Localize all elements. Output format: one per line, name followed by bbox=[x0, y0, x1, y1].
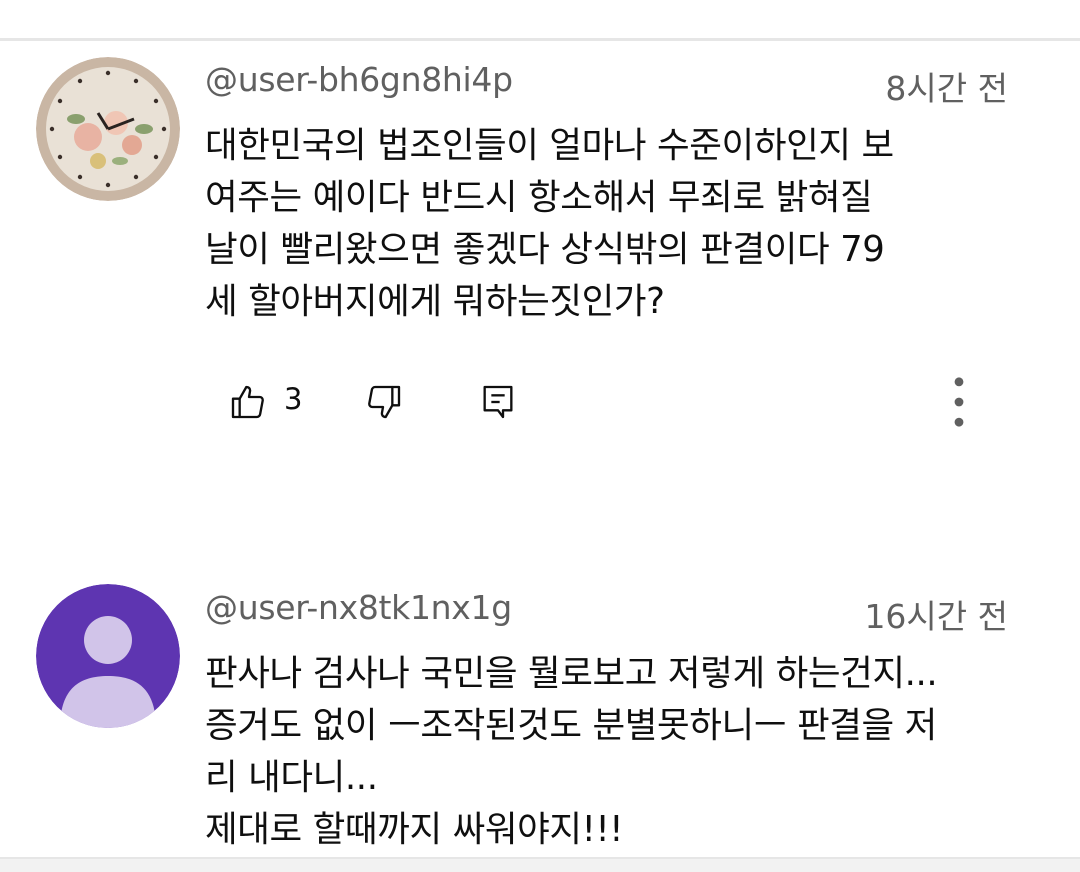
more-vertical-icon bbox=[954, 377, 964, 427]
comment-author[interactable]: @user-nx8tk1nx1g bbox=[205, 588, 512, 627]
comment-author[interactable]: @user-bh6gn8hi4p bbox=[205, 60, 513, 99]
reply-icon bbox=[483, 385, 513, 419]
like-button[interactable] bbox=[226, 380, 270, 424]
dislike-button[interactable] bbox=[362, 380, 406, 424]
top-divider bbox=[0, 38, 1080, 41]
reply-button[interactable] bbox=[476, 380, 520, 424]
thumbs-down-icon bbox=[368, 385, 401, 419]
avatar[interactable] bbox=[36, 57, 180, 201]
thumbs-up-icon bbox=[231, 385, 264, 419]
comment-text: 대한민국의 법조인들이 얼마나 수준이하인지 보 여주는 예이다 반드시 항소해… bbox=[205, 125, 894, 322]
like-count: 3 bbox=[284, 382, 303, 416]
comment-timestamp: 8시간 전 bbox=[885, 69, 1008, 108]
comment-timestamp: 16시간 전 bbox=[864, 597, 1008, 636]
comment-text: 판사나 검사나 국민을 뭘로보고 저렇게 하는건지... 증거도 없이 ㅡ조작된… bbox=[205, 653, 938, 850]
comment-actions: 3 bbox=[0, 377, 1080, 430]
more-options-button[interactable] bbox=[937, 377, 981, 427]
avatar[interactable] bbox=[36, 584, 180, 728]
